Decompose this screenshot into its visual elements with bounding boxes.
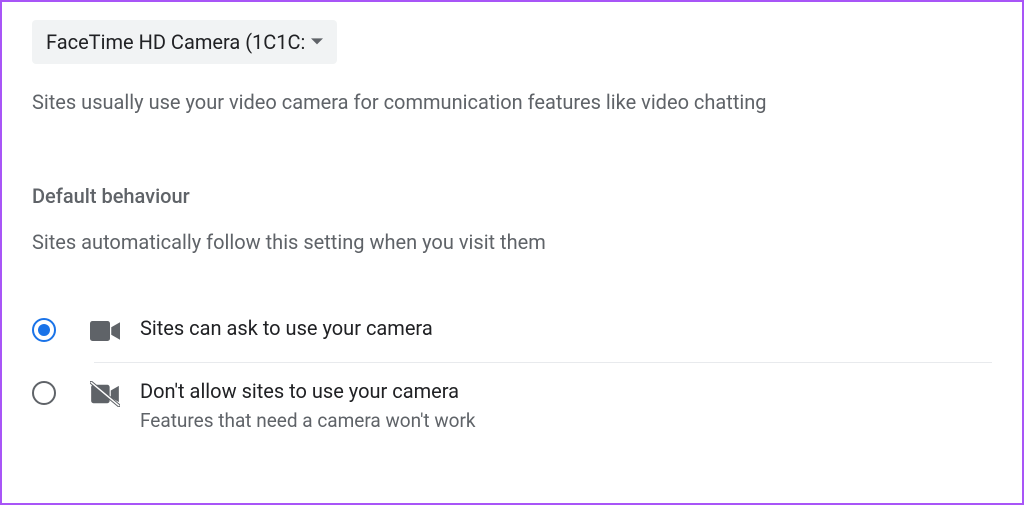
camera-icon xyxy=(90,316,120,346)
option-block-sub: Features that need a camera won't work xyxy=(140,409,476,432)
camera-select-dropdown[interactable]: FaceTime HD Camera (1C1C: xyxy=(32,20,337,64)
camera-select-label: FaceTime HD Camera (1C1C: xyxy=(46,30,305,54)
camera-description: Sites usually use your video camera for … xyxy=(32,88,992,116)
radio-allow[interactable] xyxy=(32,318,56,342)
option-block-title: Don't allow sites to use your camera xyxy=(140,379,476,403)
chevron-down-icon xyxy=(311,36,323,48)
default-behaviour-heading: Default behaviour xyxy=(32,184,992,208)
option-block-row[interactable]: Don't allow sites to use your camera Fea… xyxy=(32,363,992,448)
camera-off-icon xyxy=(90,379,120,409)
option-allow-row[interactable]: Sites can ask to use your camera xyxy=(32,300,992,362)
default-behaviour-subtext: Sites automatically follow this setting … xyxy=(32,230,992,254)
behaviour-options: Sites can ask to use your camera Don't a… xyxy=(32,300,992,448)
radio-block[interactable] xyxy=(32,381,56,405)
option-allow-title: Sites can ask to use your camera xyxy=(140,316,433,340)
